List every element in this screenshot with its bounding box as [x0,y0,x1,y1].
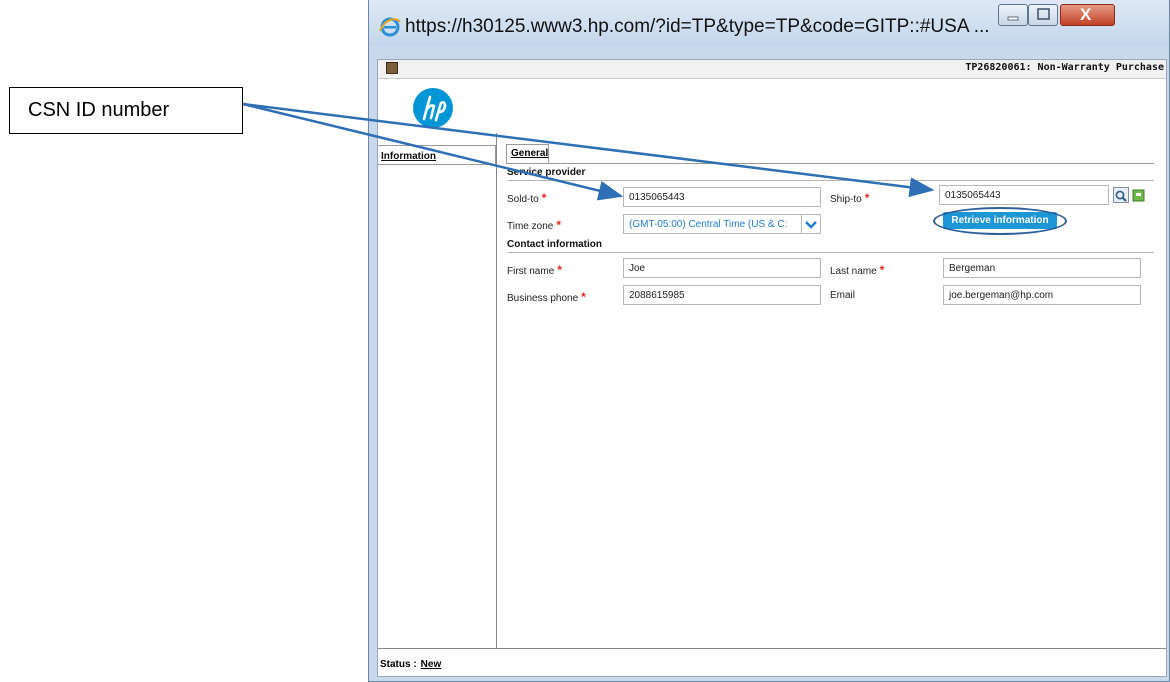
arrow-to-sold-to [242,102,624,201]
arrow-to-ship-to [242,102,935,198]
annotation-arrows [242,102,935,201]
